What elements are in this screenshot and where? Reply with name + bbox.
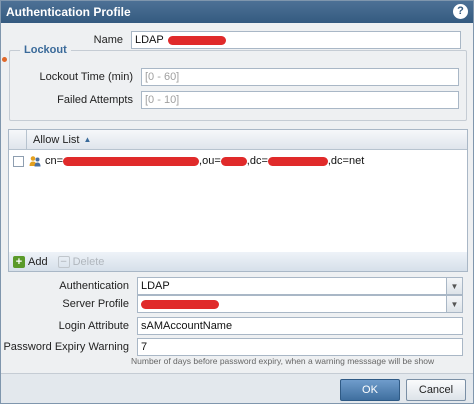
failed-attempts-placeholder: [0 - 10]	[145, 94, 180, 106]
cancel-button[interactable]: Cancel	[406, 379, 466, 401]
dialog-title: Authentication Profile	[6, 5, 131, 19]
authentication-value: LDAP	[141, 280, 170, 292]
login-attribute-input[interactable]: sAMAccountName	[137, 317, 463, 335]
failed-attempts-row: Failed Attempts [0 - 10]	[1, 91, 459, 109]
allow-list-column-header[interactable]: Allow List	[27, 134, 79, 146]
login-attribute-value: sAMAccountName	[141, 320, 233, 332]
failed-attempts-input[interactable]: [0 - 10]	[141, 91, 459, 109]
redaction-mark	[220, 156, 247, 166]
plus-icon: +	[13, 255, 25, 268]
ok-button[interactable]: OK	[340, 379, 400, 401]
login-attribute-label: Login Attribute	[58, 320, 129, 332]
dialog-footer: OK Cancel	[1, 373, 473, 403]
allow-list-entry: cn= ,ou= ,dc= ,dc=net	[45, 155, 364, 167]
authentication-label: Authentication	[59, 280, 129, 292]
password-expiry-input[interactable]: 7	[137, 338, 463, 356]
select-all-column[interactable]	[9, 129, 27, 150]
lockout-time-input[interactable]: [0 - 60]	[141, 68, 459, 86]
delete-label: Delete	[72, 255, 105, 268]
delete-button[interactable]: − Delete	[57, 255, 105, 268]
dn-dc-prefix: ,dc=	[246, 155, 268, 167]
server-profile-select[interactable]	[137, 295, 447, 313]
required-marker	[2, 57, 7, 62]
name-input[interactable]: LDAP	[131, 31, 461, 49]
server-profile-label: Server Profile	[62, 298, 129, 310]
dn-cn-prefix: cn=	[45, 155, 64, 167]
minus-icon: −	[57, 255, 70, 268]
allow-list-grid: Allow List ▲ cn= ,ou= ,dc= ,dc=net	[8, 129, 468, 271]
dn-dc-suffix: ,dc=net	[327, 155, 365, 167]
help-icon[interactable]: ?	[453, 4, 468, 19]
sort-ascending-icon[interactable]: ▲	[83, 135, 91, 144]
login-attribute-row: Login Attribute sAMAccountName	[1, 317, 463, 335]
redaction-mark	[63, 156, 200, 166]
redaction-mark	[141, 299, 219, 309]
authentication-select[interactable]: LDAP	[137, 277, 447, 295]
add-button[interactable]: + Add	[13, 255, 48, 268]
table-row[interactable]: cn= ,ou= ,dc= ,dc=net	[9, 151, 467, 171]
redaction-mark	[167, 35, 226, 45]
password-expiry-value: 7	[141, 341, 148, 353]
failed-attempts-label: Failed Attempts	[57, 94, 133, 106]
chevron-down-icon[interactable]: ▼	[447, 295, 463, 313]
allow-list-header: Allow List ▲	[9, 129, 467, 150]
redaction-mark	[267, 156, 328, 166]
row-checkbox[interactable]	[13, 155, 24, 167]
chevron-down-icon[interactable]: ▼	[447, 277, 463, 295]
lockout-time-placeholder: [0 - 60]	[145, 71, 180, 83]
allow-list-toolbar: + Add − Delete	[8, 252, 468, 272]
authentication-row: Authentication LDAP ▼	[1, 277, 463, 295]
lockout-legend: Lockout	[20, 44, 71, 56]
server-profile-row: Server Profile ▼	[1, 295, 463, 313]
authentication-profile-dialog: Authentication Profile ? Name LDAP Locko…	[0, 0, 474, 404]
password-expiry-hint: Number of days before password expiry, w…	[131, 356, 435, 366]
password-expiry-label: Password Expiry Warning	[3, 341, 129, 353]
dn-ou-prefix: ,ou=	[199, 155, 221, 167]
lockout-time-label: Lockout Time (min)	[39, 71, 133, 83]
user-group-icon	[29, 155, 41, 167]
password-expiry-row: Password Expiry Warning 7	[1, 338, 463, 356]
lockout-time-row: Lockout Time (min) [0 - 60]	[1, 68, 459, 86]
name-value: LDAP	[135, 34, 164, 46]
dialog-titlebar: Authentication Profile ?	[1, 1, 473, 23]
add-label: Add	[28, 255, 48, 268]
